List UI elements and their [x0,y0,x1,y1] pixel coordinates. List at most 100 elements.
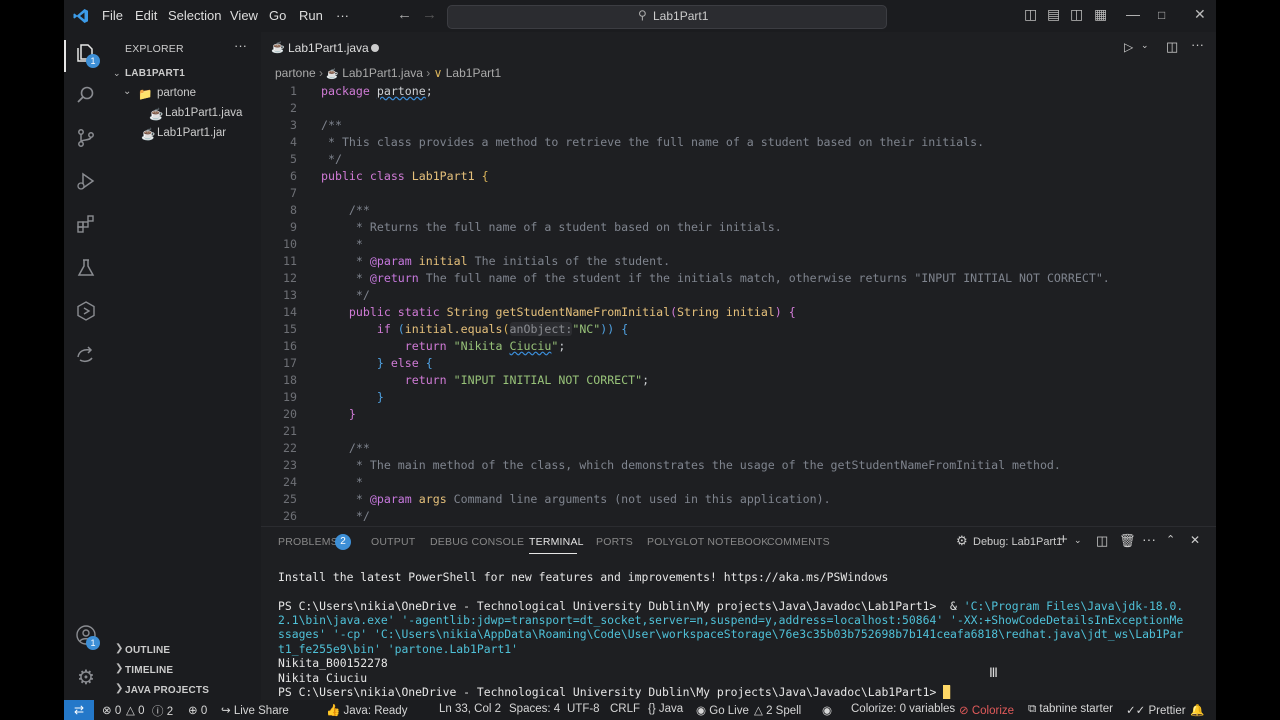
extensions-icon[interactable] [74,213,98,237]
file-lab1part1-java[interactable]: Lab1Part1.java [165,107,242,119]
tab-output[interactable]: OUTPUT [371,536,415,548]
end-of-line[interactable]: CRLF [610,703,640,715]
menu-selection[interactable]: Selection [168,8,221,23]
info-indicator[interactable]: ⓘ 2 [152,703,173,719]
folder-partone[interactable]: partone [157,87,196,99]
remote-explorer-icon[interactable] [74,300,98,324]
debug-gear-icon: ⚙ [956,533,968,548]
run-icon[interactable]: ▷ [1124,40,1133,54]
breadcrumb-item[interactable]: Lab1Part1.java [342,66,423,80]
manage-gear-icon[interactable]: ⚙ [74,666,98,690]
tab-terminal[interactable]: TERMINAL [529,536,584,548]
java-status[interactable]: 👍 Java: Ready [326,703,407,717]
explorer-sidebar: EXPLORER ··· ⌄ LAB1PART1 ⌄ 📁 partone ☕ L… [109,32,261,700]
menu-more[interactable]: ··· [336,8,349,23]
explorer-more-button[interactable]: ··· [234,38,247,53]
vscode-window: File Edit Selection View Go Run ··· ← → … [64,0,1216,720]
toggle-primary-sidebar-icon[interactable]: ◫ [1024,6,1037,23]
back-arrow-icon[interactable]: ← [397,6,412,23]
editor-tab[interactable]: ☕ Lab1Part1.java [261,32,391,64]
customize-layout-icon[interactable]: ▦ [1094,6,1107,23]
run-debug-icon[interactable] [74,170,98,194]
command-center-search[interactable]: ⚲ Lab1Part1 [447,5,887,29]
new-terminal-icon[interactable]: + [1059,531,1068,548]
toggle-secondary-sidebar-icon[interactable]: ◫ [1070,6,1083,23]
menu-edit[interactable]: Edit [135,8,157,23]
search-text: Lab1Part1 [653,9,709,23]
timeline-section[interactable]: TIMELINE [125,665,173,676]
close-icon[interactable]: ✕ [1194,6,1206,23]
ports-indicator[interactable]: ⊕ 0 [188,703,207,717]
code-line: } else { [376,356,433,370]
unsaved-dot-icon[interactable] [371,44,379,52]
code-line: } [348,407,356,421]
notifications-bell-icon[interactable]: 🔔 [1190,703,1204,717]
maximize-panel-icon[interactable]: ⌃ [1166,533,1175,546]
menu-file[interactable]: File [102,8,123,23]
tab-polyglot-notebook[interactable]: POLYGLOT NOTEBOOK [647,536,768,548]
search-icon[interactable] [74,84,98,108]
warnings-indicator[interactable]: △ 0 [126,703,144,717]
line-number: 6 [290,169,297,183]
tabnine-icon: ⧉ [1028,703,1037,715]
source-control-icon[interactable] [74,127,98,151]
problems-count-badge: 2 [335,534,351,550]
more-actions-icon[interactable]: ··· [1191,37,1204,52]
tab-comments[interactable]: COMMENTS [767,536,830,548]
file-lab1part1-jar[interactable]: Lab1Part1.jar [157,127,226,139]
breadcrumb-item[interactable]: partone [275,66,316,80]
java-projects-section[interactable]: JAVA PROJECTS [125,685,209,696]
code-line: * @return The full name of the student i… [321,271,1110,285]
java-file-icon: ☕ [149,109,164,121]
menu-go[interactable]: Go [269,8,286,23]
language-mode[interactable]: {} Java [648,703,683,715]
close-panel-icon[interactable]: ✕ [1190,533,1200,547]
trash-icon[interactable]: 🗑 [1119,533,1136,549]
breadcrumb-item[interactable]: Lab1Part1 [446,66,501,80]
terminal-session-label[interactable]: Debug: Lab1Part1 [973,536,1062,548]
more-actions-icon[interactable]: ··· [1142,531,1156,547]
go-live-status[interactable]: ◉ Go Live [696,703,749,717]
cursor-position[interactable]: Ln 33, Col 2 [439,703,501,715]
tab-ports[interactable]: PORTS [596,536,633,548]
tab-debug-console[interactable]: DEBUG CONSOLE [430,536,524,548]
code-line: package partone; [321,84,433,98]
spell-status[interactable]: △ 2 Spell [754,703,801,717]
prettier-status[interactable]: ✓✓ Prettier [1126,703,1186,717]
errors-indicator[interactable]: ⊗ 0 [102,703,121,717]
live-share-icon: ↪ [221,705,231,717]
colorize-variables[interactable]: Colorize: 0 variables [851,703,955,715]
indentation[interactable]: Spaces: 4 [509,703,560,715]
menu-view[interactable]: View [230,8,258,23]
toggle-panel-icon[interactable]: ▤ [1047,6,1060,23]
code-line: * [321,237,363,251]
remote-indicator-icon[interactable]: ⇄ [64,700,94,720]
minimize-icon[interactable]: — [1126,6,1140,22]
split-editor-icon[interactable]: ◫ [1166,39,1178,55]
line-number: 10 [283,237,297,251]
tab-problems[interactable]: PROBLEMS [278,536,338,548]
forward-arrow-icon[interactable]: → [422,6,437,23]
account-badge: 1 [86,636,100,650]
code-line: public static String getStudentNameFromI… [348,305,796,319]
testing-icon[interactable] [74,257,98,281]
live-share-status[interactable]: ↪ Live Share [221,703,289,717]
colorize-status[interactable]: ⊘ Colorize [959,703,1014,717]
error-icon: ⊘ [959,705,969,717]
tabnine-status[interactable]: ⧉ tabnine starter [1028,703,1113,716]
line-number: 24 [283,475,297,489]
line-number: 1 [290,84,297,98]
maximize-icon[interactable]: □ [1158,8,1165,22]
bottom-panel: PROBLEMS 2 OUTPUT DEBUG CONSOLE TERMINAL… [261,526,1216,701]
code-line: * Returns the full name of a student bas… [321,220,782,234]
chevron-down-icon: ⌄ [123,86,132,97]
project-folder-label[interactable]: LAB1PART1 [125,68,185,79]
chevron-down-icon[interactable]: ⌄ [1074,535,1082,546]
outline-section[interactable]: OUTLINE [125,645,170,656]
split-terminal-icon[interactable]: ◫ [1096,533,1108,549]
terminal-line: PS C:\Users\nikia\OneDrive - Technologic… [278,685,951,699]
menu-run[interactable]: Run [299,8,323,23]
encoding[interactable]: UTF-8 [567,703,600,715]
live-share-icon[interactable] [74,343,98,367]
chevron-down-icon[interactable]: ⌄ [1141,40,1149,51]
